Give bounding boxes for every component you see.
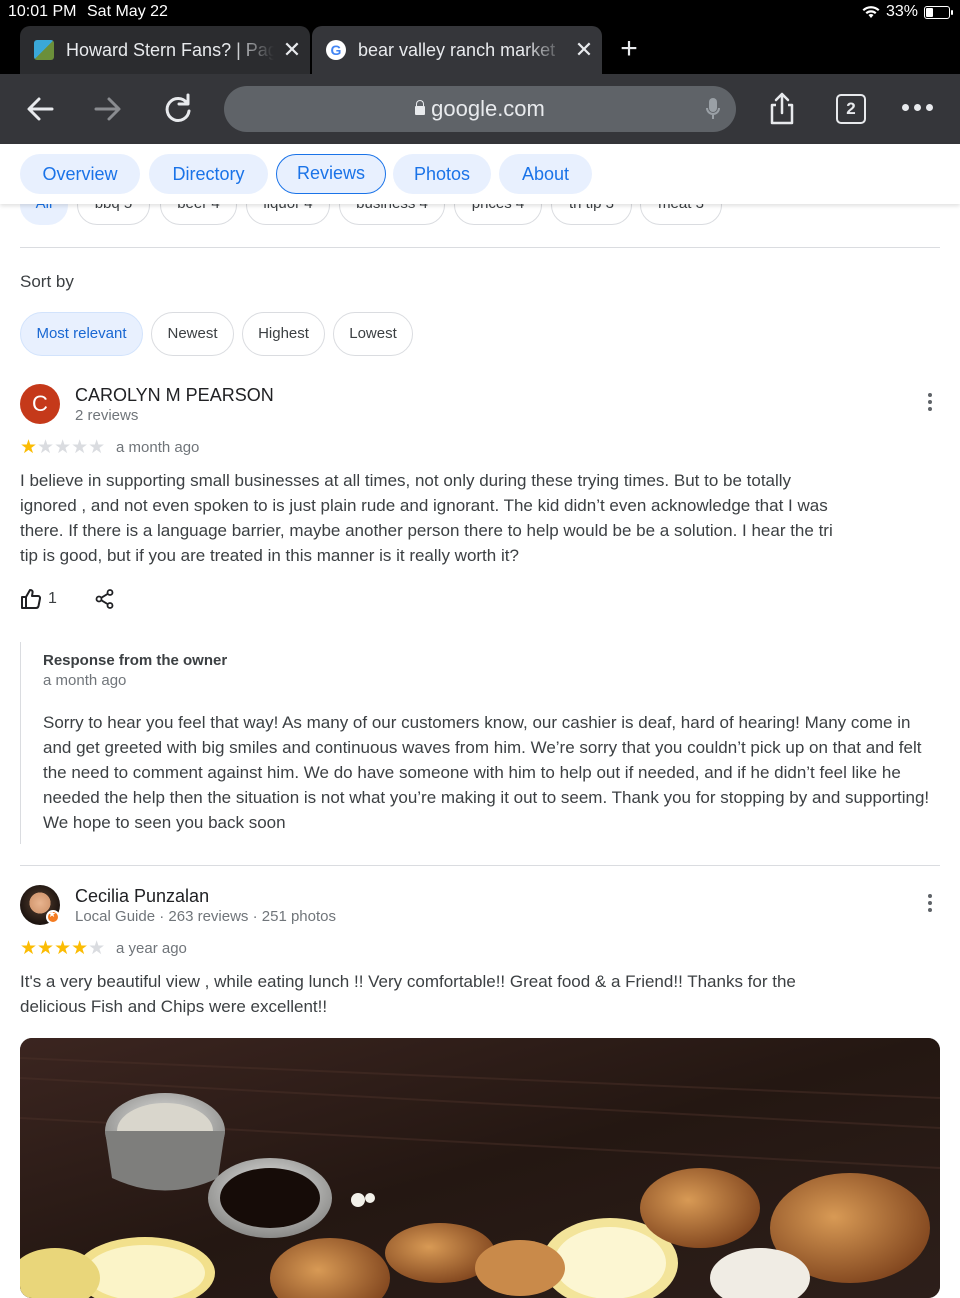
date: Sat May 22	[87, 3, 168, 20]
url-display: google.com	[224, 96, 736, 122]
divider	[20, 865, 940, 866]
local-guide-badge-icon	[46, 909, 60, 924]
tab-howard-stern[interactable]: Howard Stern Fans? | Page ✕	[20, 26, 310, 74]
new-tab-icon[interactable]: +	[612, 32, 646, 66]
google-favicon-icon: G	[326, 40, 346, 60]
star-rating: ★★★★★	[20, 437, 106, 458]
tab-bear-valley[interactable]: G bear valley ranch market ✕	[312, 26, 602, 74]
status-right: 33%	[862, 3, 953, 21]
thumbs-up-icon[interactable]	[20, 588, 42, 610]
tab-count-button[interactable]: 2	[836, 94, 866, 124]
nav-overview[interactable]: Overview	[20, 154, 140, 194]
review-date: a month ago	[116, 439, 200, 456]
close-tab-icon[interactable]: ✕	[274, 37, 310, 63]
microphone-icon[interactable]	[706, 97, 720, 121]
review-photo[interactable]	[20, 1038, 940, 1298]
status-bar: 10:01 PM Sat May 22 33%	[0, 0, 960, 26]
address-bar[interactable]: google.com	[224, 86, 736, 132]
more-options-icon[interactable]	[928, 894, 934, 912]
sort-most-relevant[interactable]: Most relevant	[20, 312, 143, 356]
share-icon[interactable]	[764, 91, 800, 127]
share-icon[interactable]	[95, 589, 115, 609]
avatar[interactable]: C	[20, 384, 60, 424]
reviewer-name[interactable]: Cecilia Punzalan	[75, 886, 209, 907]
like-count: 1	[48, 590, 57, 607]
nav-photos[interactable]: Photos	[393, 154, 491, 194]
more-options-icon[interactable]	[928, 393, 934, 411]
owner-response: Response from the owner a month ago Sorr…	[20, 642, 940, 844]
divider	[20, 247, 940, 248]
sort-highest[interactable]: Highest	[242, 312, 325, 356]
back-arrow-icon[interactable]	[22, 91, 58, 127]
owner-response-title: Response from the owner	[43, 652, 228, 669]
nav-reviews[interactable]: Reviews	[276, 154, 386, 194]
tab-strip: Howard Stern Fans? | Page ✕ G bear valle…	[0, 26, 960, 74]
owner-response-text: Sorry to hear you feel that way! As many…	[43, 713, 930, 832]
review-actions: 1	[20, 586, 115, 612]
lock-icon	[415, 100, 426, 115]
star-rating: ★★★★★	[20, 938, 106, 959]
clock: 10:01 PM	[8, 3, 77, 20]
section-nav: Overview Directory Reviews Photos About	[0, 144, 960, 204]
battery-icon	[924, 5, 953, 19]
close-tab-icon[interactable]: ✕	[566, 37, 602, 63]
tablet-favicon-icon	[34, 40, 54, 60]
wifi-icon	[862, 6, 880, 18]
owner-response-date: a month ago	[43, 672, 127, 689]
tab-title: bear valley ranch market	[358, 39, 556, 60]
reload-icon[interactable]	[160, 91, 196, 127]
more-menu-icon[interactable]	[902, 104, 933, 111]
reviewer-meta: 2 reviews	[75, 407, 139, 424]
review-date: a year ago	[116, 940, 187, 957]
sort-label: Sort by	[20, 272, 74, 291]
review-text: I believe in supporting small businesses…	[20, 471, 833, 565]
sort-lowest[interactable]: Lowest	[333, 312, 413, 356]
nav-directory[interactable]: Directory	[149, 154, 268, 194]
tab-title: Howard Stern Fans? | Page	[66, 39, 274, 60]
sort-newest[interactable]: Newest	[151, 312, 234, 356]
nav-about[interactable]: About	[499, 154, 592, 194]
reviewer-name[interactable]: CAROLYN M PEARSON	[75, 385, 274, 406]
url-text: google.com	[431, 96, 545, 121]
browser-toolbar: google.com 2	[0, 74, 960, 144]
reviewer-meta: Local Guide · 263 reviews · 251 photos	[75, 908, 336, 925]
fish-and-chips-photo	[20, 1038, 940, 1298]
forward-arrow-icon[interactable]	[90, 91, 126, 127]
review-text: It's a very beautiful view , while eatin…	[20, 972, 796, 1016]
battery-percent: 33%	[885, 3, 918, 20]
